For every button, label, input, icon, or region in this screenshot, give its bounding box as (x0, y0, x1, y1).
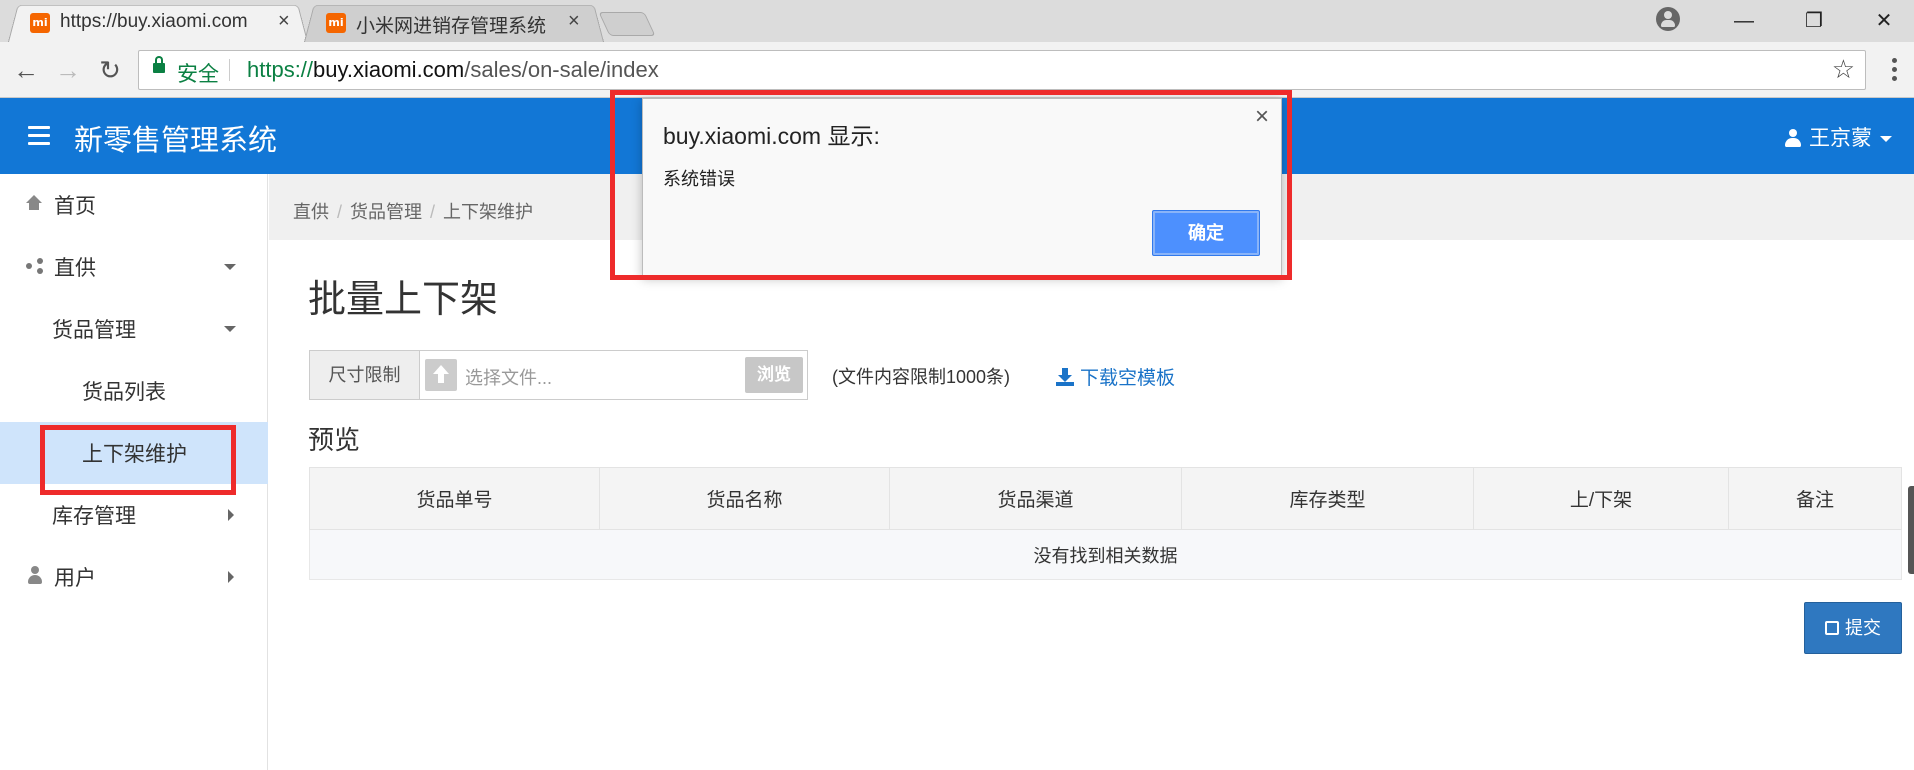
minimize-icon[interactable]: — (1716, 0, 1772, 42)
limit-note: (文件内容限制1000条) (832, 367, 1011, 387)
divider (229, 59, 230, 81)
browser-toolbar: ← → ↻ 安全 https://buy.xiaomi.com/sales/on… (0, 42, 1914, 98)
sidebar: 首页 直供 货品管理 货品列表 上下架维护 库存管理 用户 (0, 174, 268, 770)
tab-close-icon[interactable]: × (278, 10, 290, 32)
chevron-down-icon (224, 264, 236, 270)
page-title: 批量上下架 (308, 279, 499, 321)
sidebar-item-label: 上下架维护 (82, 443, 187, 466)
dialog-message: 系统错误 (663, 169, 735, 189)
upload-icon[interactable] (425, 359, 457, 391)
sidebar-item-inventory[interactable]: 库存管理 (0, 484, 268, 546)
download-template-label: 下载空模板 (1080, 368, 1176, 389)
sidebar-item-label: 用户 (54, 567, 96, 590)
chevron-down-icon (224, 326, 236, 332)
download-icon (1056, 368, 1074, 386)
close-icon[interactable]: × (1255, 103, 1269, 131)
table-row: 没有找到相关数据 (309, 529, 1902, 580)
sidebar-item-shelf-maintenance[interactable]: 上下架维护 (0, 422, 268, 484)
reload-icon[interactable]: ↻ (94, 54, 126, 86)
column-header[interactable]: 上/下架 (1473, 467, 1729, 530)
user-icon (28, 566, 42, 584)
bookmark-star-icon[interactable]: ☆ (1832, 54, 1855, 85)
submit-button[interactable]: 提交 (1804, 602, 1902, 654)
sidebar-item-users[interactable]: 用户 (0, 546, 268, 608)
sidebar-item-label: 货品管理 (52, 319, 136, 342)
browse-button[interactable]: 浏览 (745, 357, 803, 393)
column-header[interactable]: 库存类型 (1181, 467, 1474, 530)
app-title: 新零售管理系统 (74, 125, 278, 157)
breadcrumb-item[interactable]: 直供 (293, 202, 329, 222)
user-name: 王京蒙 (1809, 127, 1872, 150)
scroll-handle[interactable] (1908, 486, 1914, 574)
table-header-row: 货品单号 货品名称 货品渠道 库存类型 上/下架 备注 (309, 467, 1902, 530)
sidebar-item-label: 直供 (54, 257, 96, 280)
user-menu[interactable]: 王京蒙 (1785, 122, 1892, 152)
sidebar-item-home[interactable]: 首页 (0, 174, 268, 236)
sidebar-item-label: 货品列表 (82, 381, 166, 404)
profile-icon[interactable] (1656, 7, 1680, 31)
column-header[interactable]: 货品渠道 (889, 467, 1182, 530)
column-header[interactable]: 货品名称 (599, 467, 890, 530)
browser-tabbar: mi https://buy.xiaomi.com × mi 小米网进销存管理系… (0, 0, 1914, 43)
url-text[interactable]: https://buy.xiaomi.com/sales/on-sale/ind… (247, 57, 659, 83)
sidebar-item-label: 库存管理 (52, 505, 136, 528)
forward-icon[interactable]: → (52, 54, 84, 86)
user-icon (1785, 129, 1801, 147)
download-template-link[interactable]: 下载空模板 (1056, 363, 1175, 390)
chevron-right-icon (228, 571, 234, 583)
share-icon (26, 258, 44, 274)
dialog-title: buy.xiaomi.com 显示: (663, 123, 880, 149)
caret-down-icon (1880, 136, 1892, 142)
lock-icon (153, 56, 165, 73)
preview-title: 预览 (308, 425, 361, 455)
mi-favicon-icon: mi (326, 13, 346, 33)
file-upload-group: 尺寸限制 选择文件... 浏览 (309, 350, 808, 400)
browser-tab-active[interactable]: mi https://buy.xiaomi.com × (8, 2, 308, 43)
url-scheme: https:// (247, 57, 314, 82)
file-input[interactable]: 选择文件... (465, 364, 552, 390)
breadcrumb-item: 上下架维护 (443, 202, 534, 222)
tab-close-icon[interactable]: × (568, 10, 580, 32)
tab-title: 小米网进销存管理系统 (356, 16, 547, 37)
ok-button[interactable]: 确定 (1152, 210, 1260, 256)
submit-label: 提交 (1845, 618, 1881, 638)
breadcrumb-separator: / (430, 202, 436, 222)
column-header[interactable]: 货品单号 (309, 467, 600, 530)
size-limit-addon: 尺寸限制 (310, 351, 420, 399)
sidebar-item-direct-supply[interactable]: 直供 (0, 236, 268, 298)
maximize-icon[interactable]: ❐ (1786, 0, 1842, 42)
hamburger-menu-icon[interactable] (28, 126, 50, 145)
column-header[interactable]: 备注 (1728, 467, 1902, 530)
breadcrumb-item[interactable]: 货品管理 (350, 202, 422, 222)
sidebar-item-label: 首页 (54, 195, 96, 218)
empty-table-message: 没有找到相关数据 (309, 529, 1902, 580)
new-tab-button[interactable] (598, 12, 656, 36)
breadcrumb-trail: 直供 / 货品管理 / 上下架维护 (293, 198, 533, 224)
url-host: buy.xiaomi.com (313, 57, 465, 82)
sidebar-item-goods-list[interactable]: 货品列表 (0, 360, 268, 422)
tab-title: https://buy.xiaomi.com (60, 11, 248, 32)
home-icon (26, 195, 42, 211)
edit-icon (1825, 621, 1839, 635)
security-label: 安全 (177, 63, 219, 86)
alert-dialog: buy.xiaomi.com 显示: × 系统错误 确定 (642, 98, 1282, 276)
back-icon[interactable]: ← (10, 54, 42, 86)
browser-tab[interactable]: mi 小米网进销存管理系统 × (304, 2, 604, 43)
sidebar-item-goods-management[interactable]: 货品管理 (0, 298, 268, 360)
browser-menu-icon[interactable] (1882, 54, 1906, 86)
chevron-right-icon (228, 509, 234, 521)
url-path: /sales/on-sale/index (464, 57, 659, 82)
preview-table: 货品单号 货品名称 货品渠道 库存类型 上/下架 备注 没有找到相关数据 (309, 467, 1902, 580)
address-bar[interactable]: 安全 https://buy.xiaomi.com/sales/on-sale/… (138, 50, 1866, 90)
window-close-icon[interactable]: ✕ (1856, 0, 1912, 42)
mi-favicon-icon: mi (30, 13, 50, 33)
breadcrumb-separator: / (337, 202, 343, 222)
